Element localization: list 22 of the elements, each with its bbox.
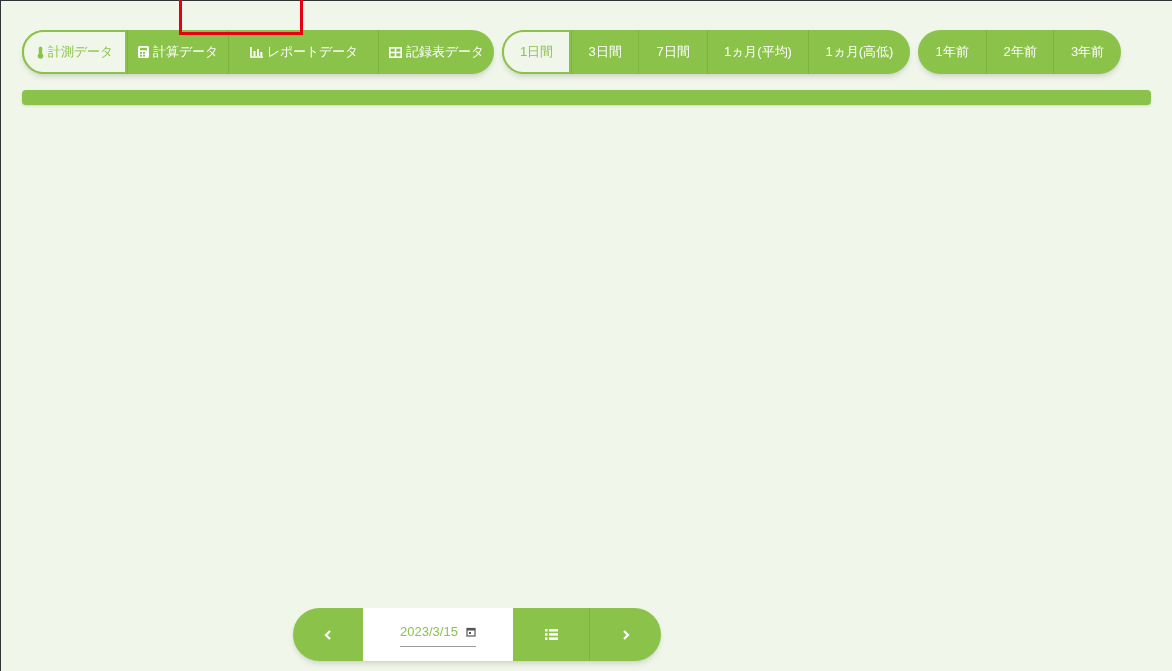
tab[interactable]: 計測データ <box>22 30 127 74</box>
chevron-left-icon <box>324 629 332 640</box>
tab[interactable]: 2年前 <box>986 30 1053 74</box>
tab[interactable]: 3日間 <box>571 30 638 74</box>
tab[interactable]: 1日間 <box>502 30 571 74</box>
tab[interactable]: 7日間 <box>638 30 707 74</box>
tab[interactable]: 1年前 <box>918 30 986 74</box>
list-icon <box>544 629 558 640</box>
tab[interactable]: レポートデータ <box>228 30 378 74</box>
tab[interactable]: 3年前 <box>1053 30 1121 74</box>
date-value: 2023/3/15 <box>400 623 458 642</box>
tab[interactable]: 記録表データ <box>378 30 494 74</box>
tab[interactable]: 計算データ <box>127 30 228 74</box>
bar-chart-icon <box>249 46 263 58</box>
chevron-right-icon <box>621 629 630 640</box>
tab[interactable]: 1ヵ月(高低) <box>808 30 910 74</box>
table-icon <box>389 46 402 58</box>
thermometer-icon <box>36 45 44 59</box>
calendar-icon <box>465 627 476 637</box>
date-field[interactable]: 2023/3/15 <box>363 608 513 661</box>
tab[interactable]: 1ヵ月(平均) <box>707 30 808 74</box>
calculator-icon <box>138 46 149 58</box>
